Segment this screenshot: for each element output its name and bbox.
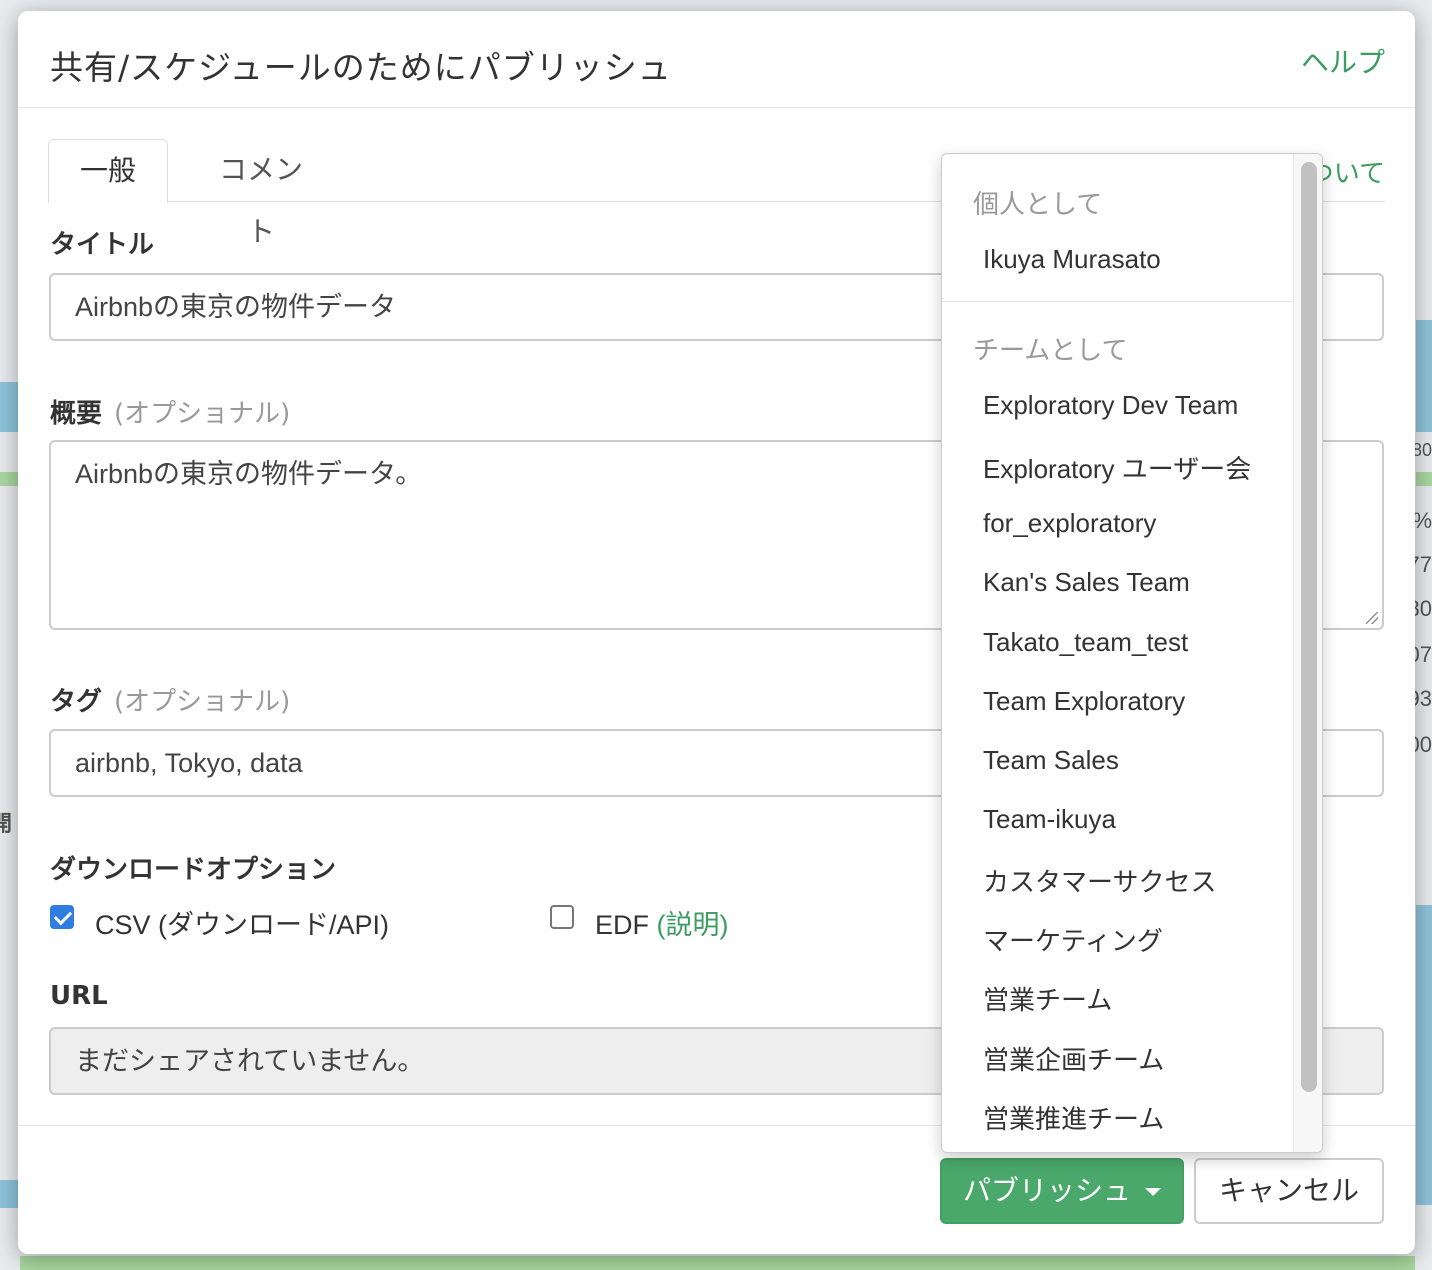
background-text: % bbox=[1412, 508, 1432, 533]
dialog-title: 共有/スケジュールのためにパブリッシュ bbox=[50, 48, 672, 87]
publish-button[interactable]: パブリッシュ bbox=[940, 1158, 1184, 1224]
background-bar-blue-right-bottom bbox=[1416, 905, 1432, 1205]
background-bar-blue-right bbox=[1416, 320, 1432, 432]
dropdown-scrollbar-thumb[interactable] bbox=[1301, 162, 1317, 1092]
background-bar-green-left bbox=[0, 472, 20, 486]
title-label: タイトル bbox=[50, 224, 154, 261]
dropdown-item-team[interactable]: Exploratory Dev Team bbox=[983, 390, 1238, 421]
dropdown-item-team[interactable]: Team Sales bbox=[983, 745, 1119, 776]
title-label-text: タイトル bbox=[50, 230, 155, 260]
dropdown-item-team[interactable]: マーケティング bbox=[983, 921, 1163, 958]
csv-label: CSV (ダウンロード/API) bbox=[95, 910, 390, 940]
download-options-label: ダウンロードオプション bbox=[50, 855, 337, 885]
dialog-header: 共有/スケジュールのためにパブリッシュ ヘルプ bbox=[18, 11, 1415, 108]
cancel-button[interactable]: キャンセル bbox=[1194, 1158, 1384, 1224]
help-link[interactable]: ヘルプ bbox=[1301, 41, 1385, 81]
dropdown-item-team[interactable]: Team-ikuya bbox=[983, 804, 1116, 835]
dropdown-item-personal[interactable]: Ikuya Murasato bbox=[983, 244, 1161, 275]
csv-checkbox[interactable] bbox=[50, 905, 74, 929]
dropdown-scrollbar[interactable] bbox=[1293, 154, 1322, 1152]
background-text: 開 bbox=[0, 811, 13, 836]
summary-optional-text: (オプショナル) bbox=[114, 399, 291, 429]
publish-label: パブリッシュ bbox=[962, 1174, 1131, 1207]
dropdown-item-team[interactable]: 営業チーム bbox=[983, 980, 1112, 1017]
dropdown-item-team[interactable]: Kan's Sales Team bbox=[983, 567, 1190, 598]
personal-header: 個人として bbox=[973, 190, 1103, 220]
dropdown-item-team[interactable]: Takato_team_test bbox=[983, 627, 1188, 658]
edf-checkbox[interactable] bbox=[550, 905, 574, 929]
edf-label-group: EDF (説明) bbox=[595, 903, 729, 942]
tags-label: タグ (オプショナル) bbox=[50, 681, 290, 718]
tab-comment[interactable]: コメント bbox=[206, 139, 316, 248]
tags-label-text: タグ bbox=[50, 687, 103, 717]
tab-general[interactable]: 一般 bbox=[48, 139, 168, 203]
summary-label: 概要 (オプショナル) bbox=[50, 393, 290, 430]
dropdown-item-team[interactable]: for_exploratory bbox=[983, 508, 1156, 539]
background-bar-blue-left bbox=[0, 382, 20, 432]
dropdown-item-team[interactable]: 営業企画チーム bbox=[983, 1040, 1164, 1077]
url-label: URL bbox=[50, 981, 108, 1011]
publish-target-dropdown: 個人として Ikuya Murasato チームとして Exploratory … bbox=[941, 153, 1323, 1153]
dropdown-item-team[interactable]: Team Exploratory bbox=[983, 686, 1185, 717]
caret-down-icon bbox=[1145, 1188, 1161, 1196]
team-header: チームとして bbox=[973, 336, 1128, 366]
resize-handle-icon[interactable] bbox=[1366, 612, 1378, 624]
background-bar-green-bottom bbox=[20, 1256, 1415, 1270]
edf-label: EDF bbox=[595, 910, 649, 940]
summary-value: Airbnbの東京の物件データ。 bbox=[75, 459, 423, 489]
dropdown-item-team[interactable]: カスタマーサクセス bbox=[983, 862, 1216, 899]
background-bar-green-right bbox=[1416, 472, 1432, 486]
dropdown-item-team[interactable]: 営業推進チーム bbox=[983, 1099, 1164, 1136]
background-bar-blue-left-bottom bbox=[0, 1180, 20, 1208]
edf-explanation-link[interactable]: (説明) bbox=[657, 910, 729, 940]
dropdown-divider bbox=[942, 301, 1292, 302]
dropdown-item-team[interactable]: Exploratory ユーザー会 bbox=[983, 449, 1251, 486]
summary-label-text: 概要 bbox=[50, 399, 103, 429]
tags-optional-text: (オプショナル) bbox=[114, 687, 291, 717]
